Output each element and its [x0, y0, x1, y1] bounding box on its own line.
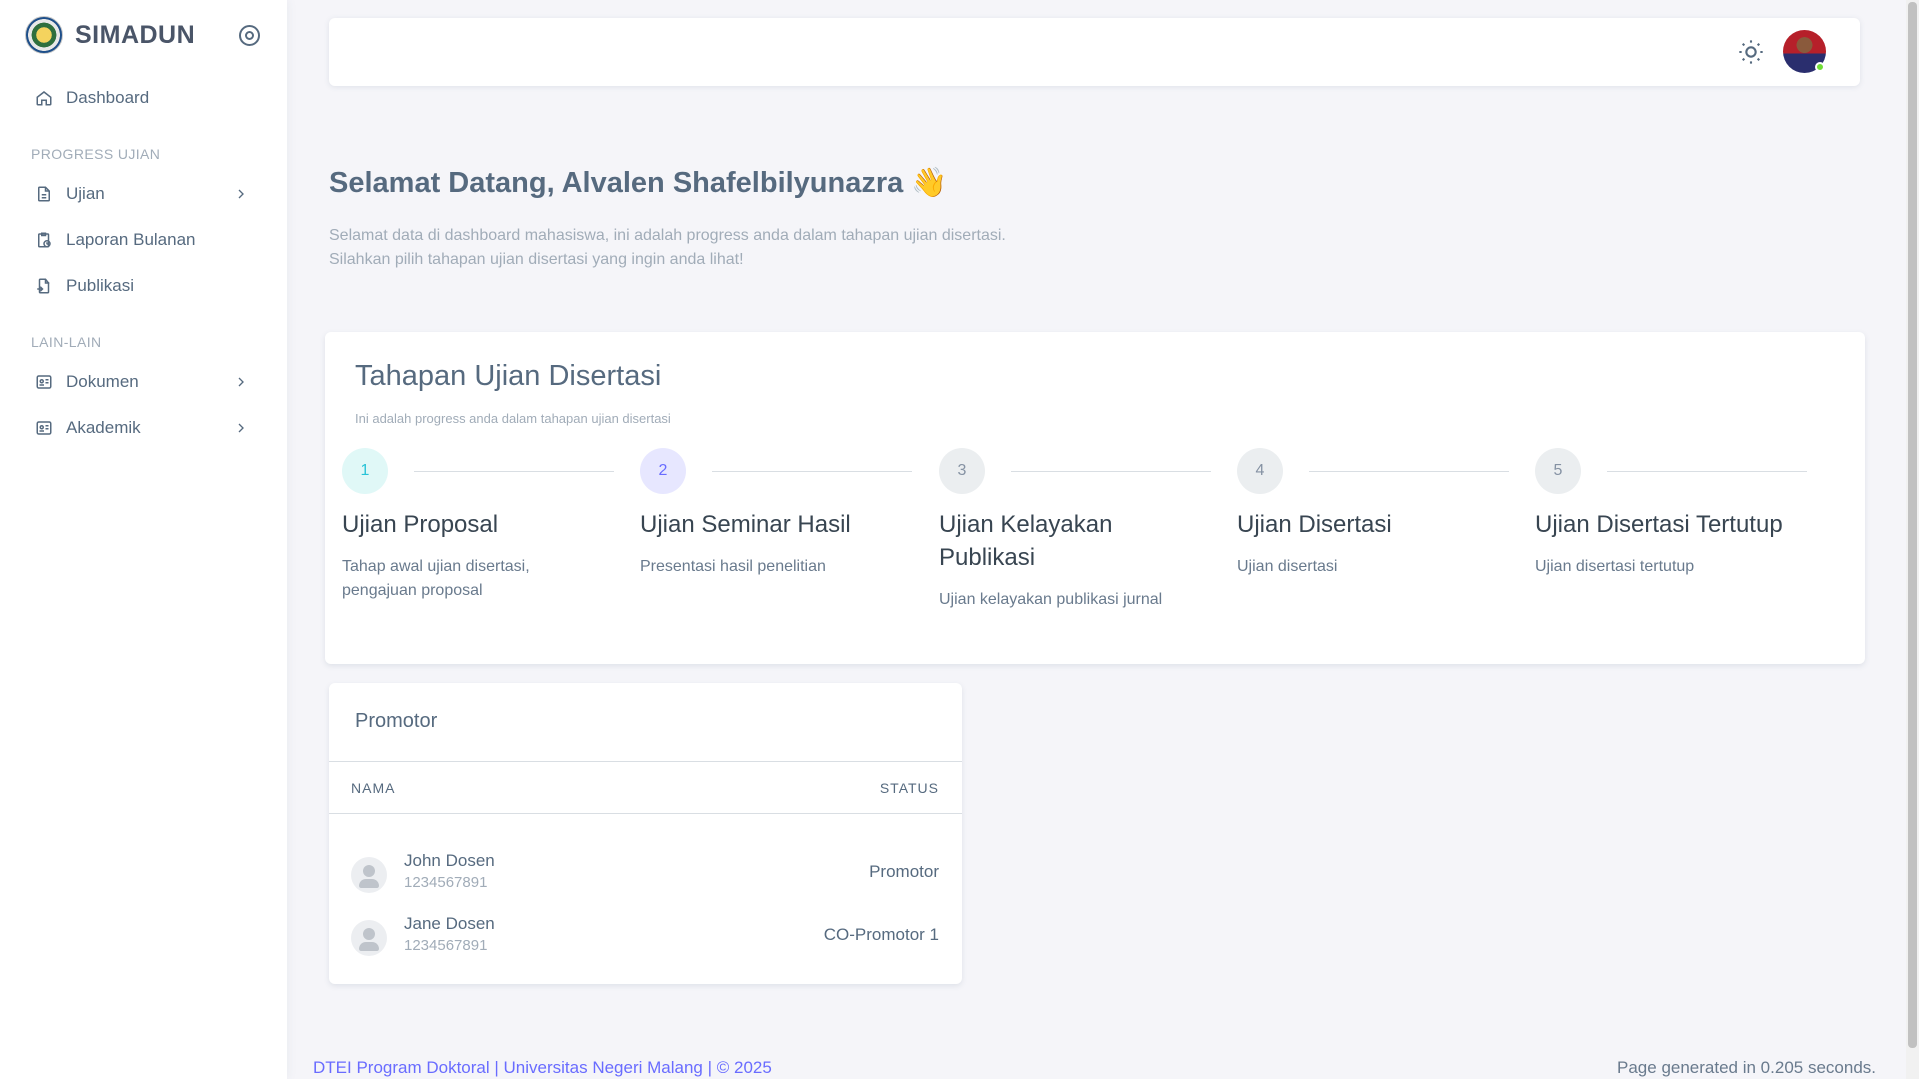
step-number: 5 — [1535, 448, 1581, 494]
chevron-right-icon — [238, 423, 244, 433]
step-ujian-disertasi[interactable]: 4 Ujian Disertasi Ujian disertasi — [1237, 448, 1527, 579]
brand-name: SIMADUN — [75, 20, 196, 49]
step-ujian-proposal[interactable]: 1 Ujian Proposal Tahap awal ujian disert… — [342, 448, 632, 603]
row-id: 1234567891 — [404, 874, 488, 891]
promotor-card-title: Promotor — [355, 710, 438, 732]
sidebar-item-label: Ujian — [66, 184, 105, 203]
column-header-nama: NAMA — [351, 780, 396, 796]
top-navbar — [329, 18, 1860, 86]
steps-card-subtitle: Ini adalah progress anda dalam tahapan u… — [355, 411, 671, 426]
table-row[interactable]: John Dosen 1234567891 Promotor — [329, 850, 962, 900]
chevron-right-icon — [238, 189, 244, 199]
step-description: Presentasi hasil penelitian — [640, 558, 826, 575]
sidebar-item-label: Akademik — [66, 418, 141, 437]
welcome-line-2: Silahkan pilih tahapan ujian disertasi y… — [329, 251, 744, 268]
online-status-indicator — [1815, 62, 1825, 72]
file-icon — [34, 184, 54, 204]
scrollbar-thumb[interactable] — [1908, 2, 1917, 1048]
welcome-title: Selamat Datang, Alvalen Shafelbilyunazra… — [329, 167, 948, 199]
step-description: Tahap awal ujian disertasi, pengajuan pr… — [342, 558, 530, 599]
row-name: John Dosen — [404, 851, 495, 870]
user-placeholder-icon — [351, 857, 387, 893]
id-card-icon — [34, 418, 54, 438]
step-description: Ujian kelayakan publikasi jurnal — [939, 591, 1163, 608]
step-number: 3 — [939, 448, 985, 494]
chevron-right-icon — [238, 377, 244, 387]
footer-copyright-link[interactable]: DTEI Program Doktoral | Universitas Nege… — [313, 1058, 772, 1078]
sidebar-item-akademik[interactable]: Akademik — [16, 408, 271, 448]
user-placeholder-icon — [351, 920, 387, 956]
page-scrollbar[interactable] — [1906, 0, 1919, 1079]
step-description: Ujian disertasi — [1237, 558, 1338, 575]
step-number: 1 — [342, 448, 388, 494]
home-icon — [34, 88, 54, 108]
step-connector — [1607, 471, 1807, 472]
sidebar-item-label: Dokumen — [66, 372, 139, 391]
row-status: CO-Promotor 1 — [823, 925, 939, 944]
sidebar-item-dokumen[interactable]: Dokumen — [16, 362, 271, 402]
step-description: Ujian disertasi tertutup — [1535, 558, 1695, 575]
file-upload-icon — [34, 276, 54, 296]
step-number: 2 — [640, 448, 686, 494]
sidebar: SIMADUN Dashboard PROGRESS UJIAN Ujian L… — [0, 0, 287, 1079]
row-id: 1234567891 — [404, 937, 488, 954]
step-number: 4 — [1237, 448, 1283, 494]
step-connector — [1309, 471, 1509, 472]
user-avatar[interactable] — [1783, 30, 1826, 73]
step-ujian-seminar-hasil[interactable]: 2 Ujian Seminar Hasil Presentasi hasil p… — [640, 448, 930, 579]
step-ujian-disertasi-tertutup[interactable]: 5 Ujian Disertasi Tertutup Ujian diserta… — [1535, 448, 1835, 579]
step-title: Ujian Disertasi Tertutup — [1535, 511, 1783, 538]
sidebar-item-publikasi[interactable]: Publikasi — [16, 266, 271, 306]
column-header-status: STATUS — [879, 780, 939, 796]
brand[interactable]: SIMADUN — [25, 16, 195, 54]
collapse-sidebar-icon[interactable] — [239, 25, 260, 46]
row-status: Promotor — [869, 862, 939, 881]
step-connector — [1011, 471, 1211, 472]
sidebar-item-dashboard[interactable]: Dashboard — [16, 78, 271, 118]
step-connector — [414, 471, 614, 472]
step-title: Ujian Proposal — [342, 511, 499, 538]
clipboard-clock-icon — [34, 230, 54, 250]
table-header: NAMA STATUS — [329, 761, 962, 814]
id-card-icon — [34, 372, 54, 392]
step-connector — [712, 471, 912, 472]
sidebar-item-label: Laporan Bulanan — [66, 230, 196, 249]
row-name: Jane Dosen — [404, 914, 495, 933]
university-logo — [25, 16, 63, 54]
section-header-progress: PROGRESS UJIAN — [31, 146, 161, 162]
sidebar-item-label: Publikasi — [66, 276, 135, 295]
step-title: Ujian Kelayakan Publikasi — [939, 511, 1113, 571]
welcome-line-1: Selamat data di dashboard mahasiswa, ini… — [329, 227, 1006, 244]
table-row[interactable]: Jane Dosen 1234567891 CO-Promotor 1 — [329, 913, 962, 963]
theme-toggle-sun-icon[interactable] — [1737, 38, 1765, 66]
promotor-card: Promotor NAMA STATUS John Dosen 12345678… — [329, 683, 962, 984]
footer-page-generated: Page generated in 0.205 seconds. — [1617, 1058, 1876, 1077]
sidebar-item-label: Dashboard — [66, 88, 150, 107]
sidebar-item-ujian[interactable]: Ujian — [16, 174, 271, 214]
sidebar-item-laporan-bulanan[interactable]: Laporan Bulanan — [16, 220, 271, 260]
step-title: Ujian Disertasi — [1237, 511, 1392, 538]
steps-card-title: Tahapan Ujian Disertasi — [355, 360, 662, 392]
welcome-description: Selamat data di dashboard mahasiswa, ini… — [329, 224, 1006, 272]
step-title: Ujian Seminar Hasil — [640, 511, 851, 538]
step-ujian-kelayakan-publikasi[interactable]: 3 Ujian Kelayakan Publikasi Ujian kelaya… — [939, 448, 1229, 612]
section-header-lain: LAIN-LAIN — [31, 334, 102, 350]
